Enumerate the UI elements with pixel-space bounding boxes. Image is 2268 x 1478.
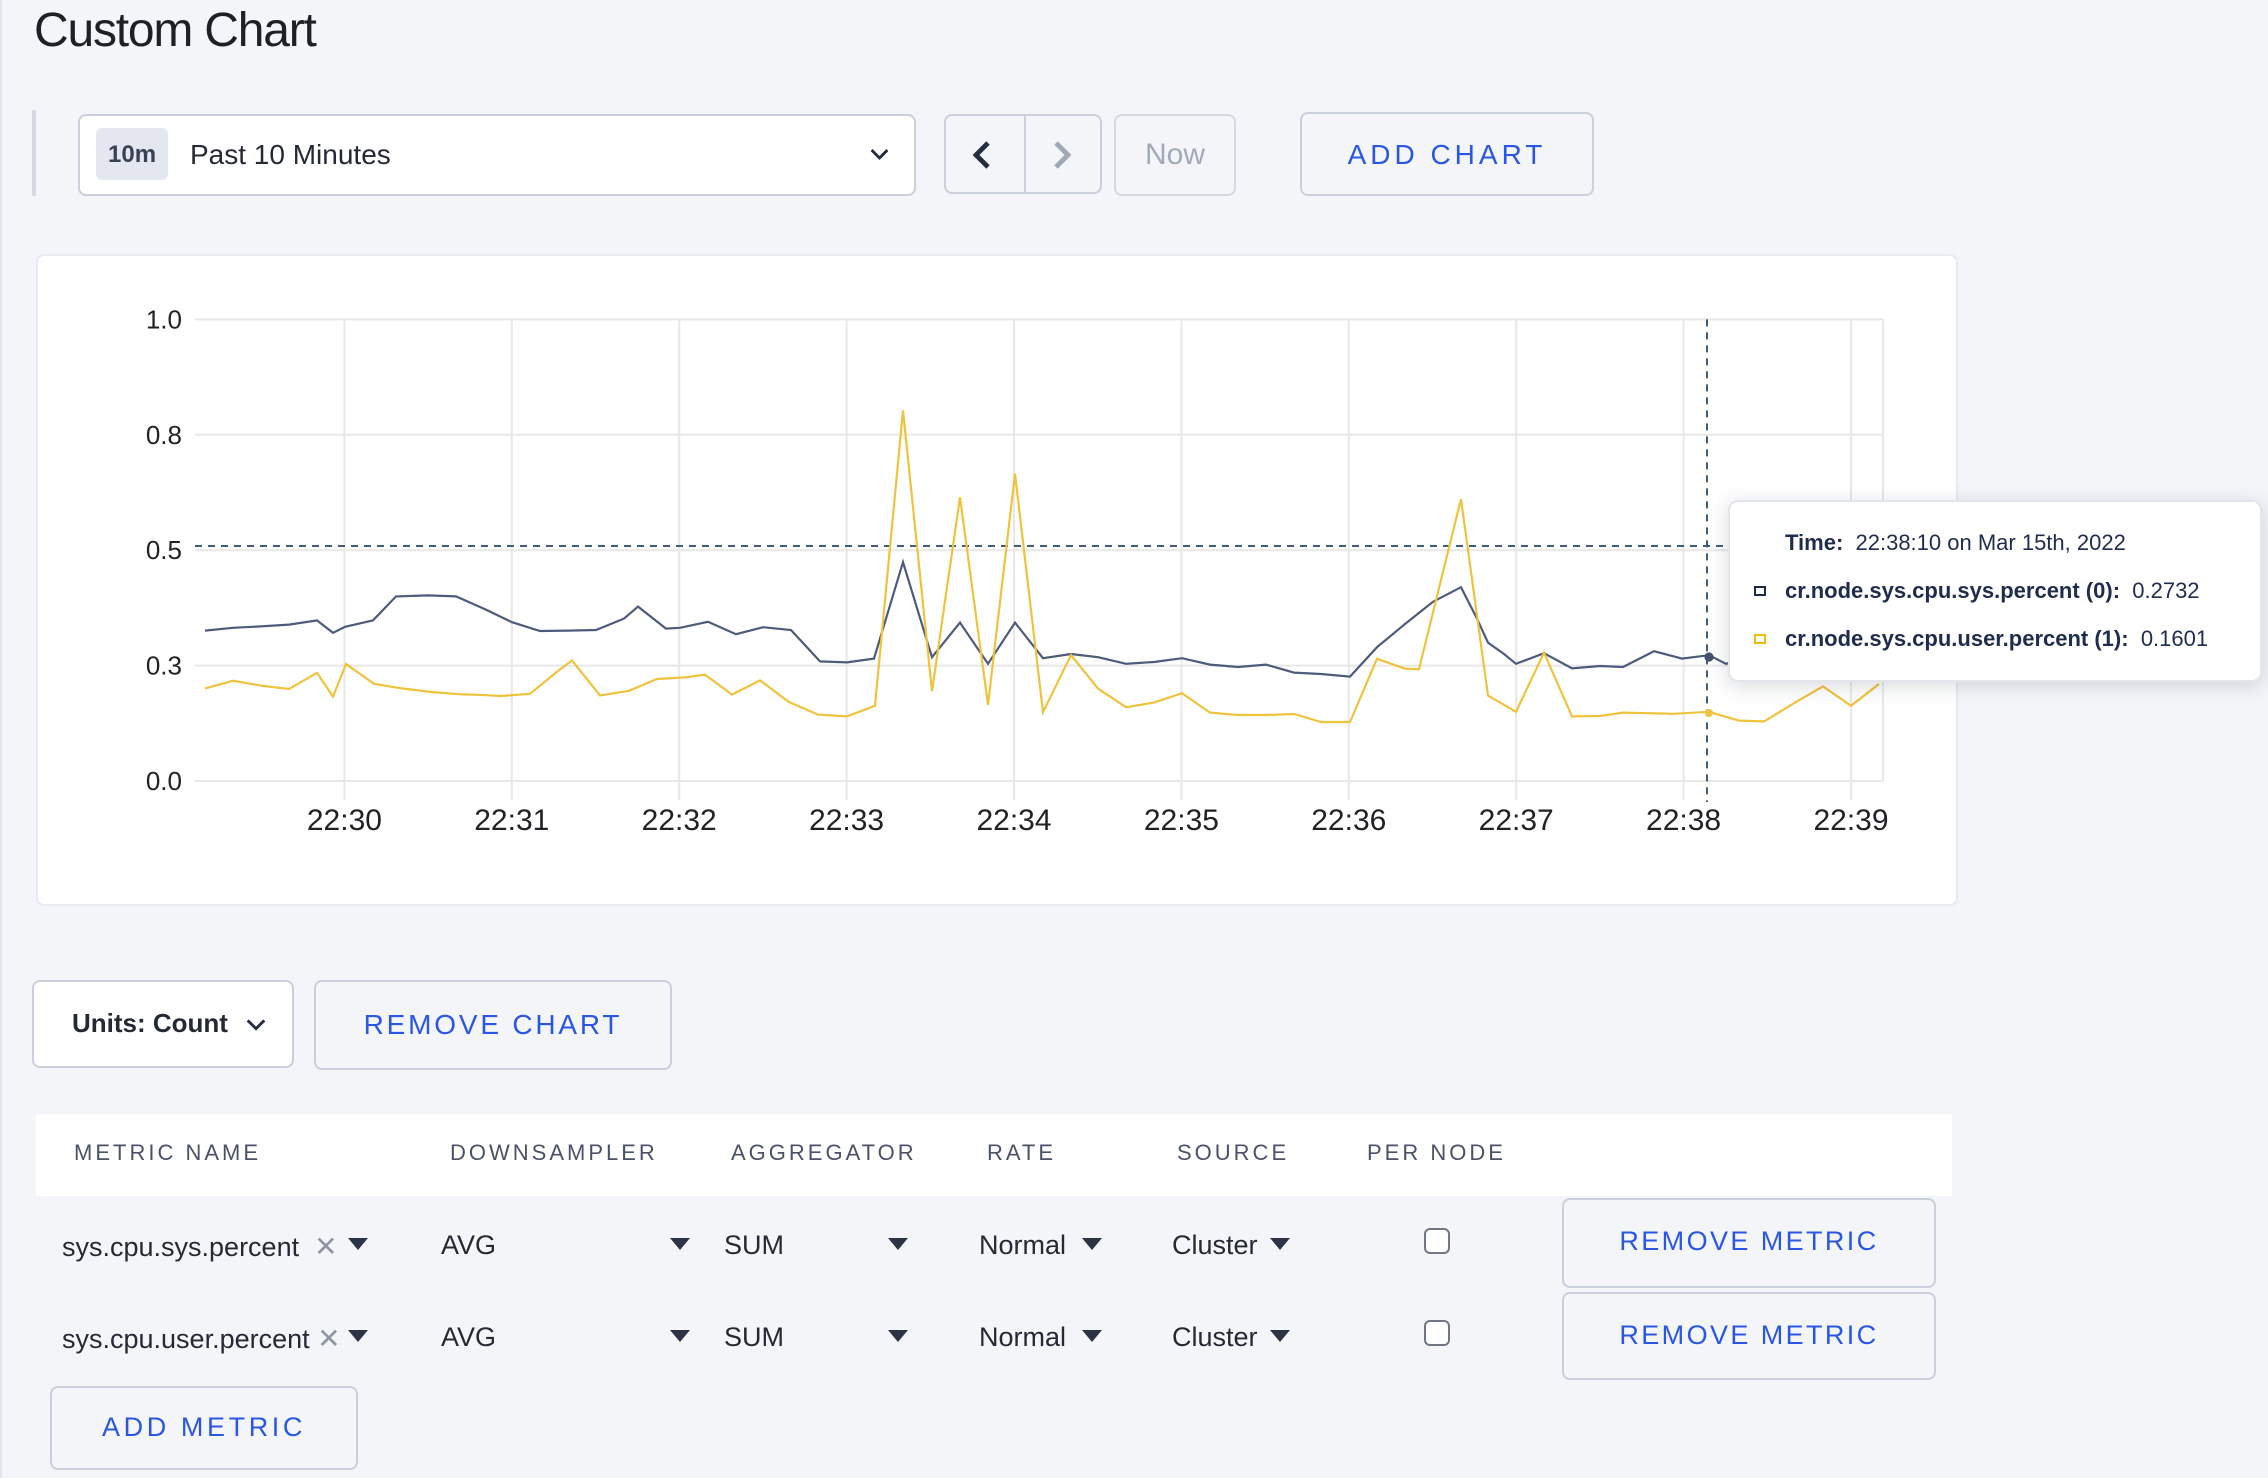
svg-text:22:37: 22:37: [1478, 803, 1553, 836]
svg-text:22:30: 22:30: [306, 803, 381, 836]
svg-text:22:38: 22:38: [1645, 803, 1720, 836]
svg-text:1.0: 1.0: [145, 303, 181, 333]
svg-text:22:31: 22:31: [473, 803, 548, 836]
svg-text:0.8: 0.8: [145, 419, 181, 449]
svg-text:22:35: 22:35: [1143, 803, 1218, 836]
svg-text:22:32: 22:32: [641, 803, 716, 836]
svg-text:22:39: 22:39: [1812, 803, 1887, 836]
svg-text:0.5: 0.5: [145, 534, 181, 564]
svg-text:0.0: 0.0: [145, 765, 181, 795]
svg-text:22:34: 22:34: [975, 803, 1050, 836]
svg-text:22:33: 22:33: [808, 803, 883, 836]
svg-text:0.3: 0.3: [145, 650, 181, 680]
svg-text:22:36: 22:36: [1310, 803, 1385, 836]
